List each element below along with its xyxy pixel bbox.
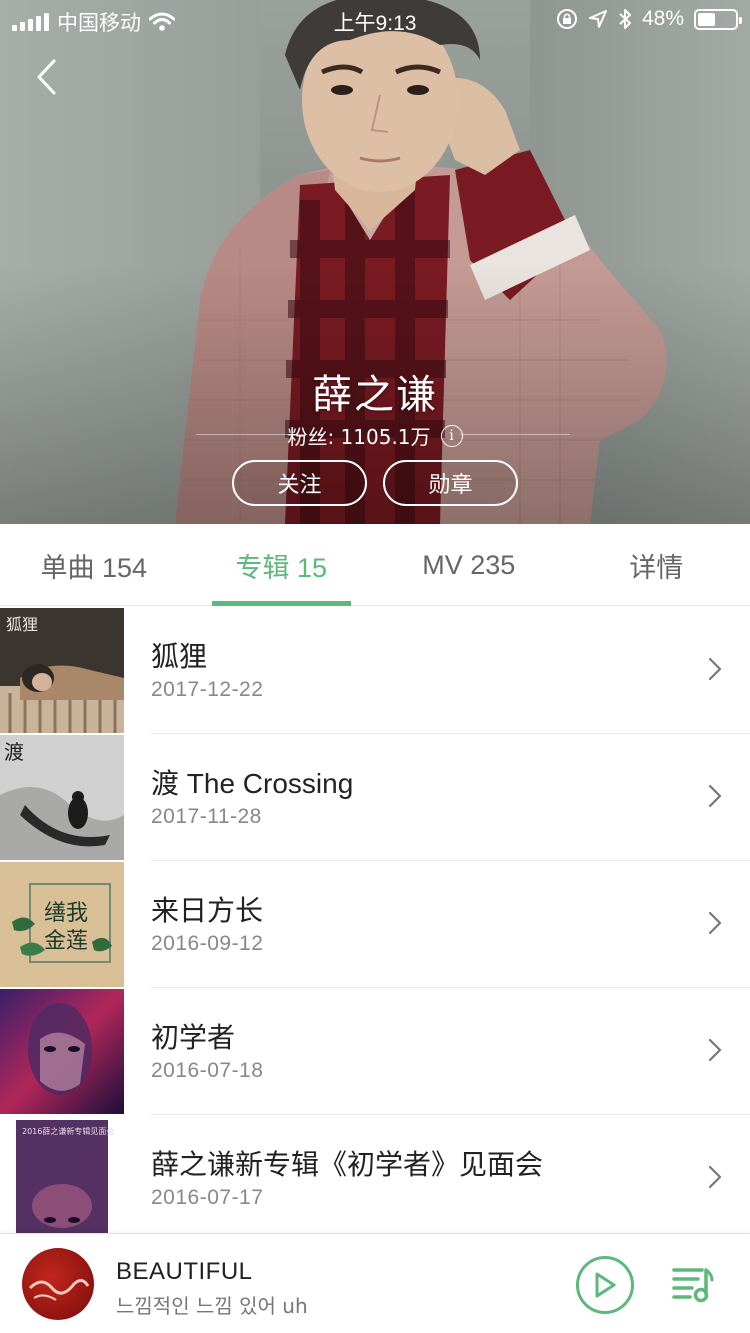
- play-button[interactable]: [576, 1256, 634, 1314]
- playlist-icon: [672, 1268, 714, 1303]
- album-cover: 缮我 金莲: [0, 862, 124, 987]
- chevron-right-icon: [708, 1038, 722, 1062]
- tab-albums[interactable]: 专辑 15: [188, 524, 376, 606]
- album-cover: 2016薛之谦新专辑见面会: [0, 1116, 124, 1241]
- chevron-right-icon: [708, 1165, 722, 1189]
- album-row[interactable]: 缮我 金莲 来日方长 2016-09-12: [0, 861, 750, 988]
- tab-details[interactable]: 详情: [563, 524, 750, 606]
- album-date: 2016-07-17: [151, 1186, 264, 1209]
- album-cover: [0, 989, 124, 1114]
- album-info: 渡 The Crossing 2017-11-28: [151, 734, 750, 861]
- mini-player[interactable]: BEAUTIFUL 느낌적인 느낌 있어 uh: [0, 1233, 750, 1333]
- now-playing-cover[interactable]: [22, 1248, 94, 1320]
- svg-text:金莲: 金莲: [44, 929, 88, 954]
- album-row[interactable]: 初学者 2016-07-18: [0, 988, 750, 1115]
- album-date: 2017-11-28: [151, 805, 262, 828]
- album-title: 薛之谦新专辑《初学者》见面会: [151, 1149, 544, 1180]
- album-date: 2016-07-18: [151, 1059, 264, 1082]
- album-info: 初学者 2016-07-18: [151, 988, 750, 1115]
- info-icon[interactable]: i: [440, 424, 463, 447]
- playlist-button[interactable]: [670, 1264, 714, 1304]
- album-title: 来日方长: [151, 895, 264, 926]
- battery-level: [698, 12, 715, 26]
- divider-line: [196, 434, 306, 435]
- album-info: 来日方长 2016-09-12: [151, 861, 750, 988]
- battery-icon: [694, 8, 742, 30]
- album-title: 狐狸: [151, 641, 208, 672]
- album-row[interactable]: 2016薛之谦新专辑见面会 薛之谦新专辑《初学者》见面会 2016-07-17: [0, 1115, 750, 1242]
- album-title: 渡 The Crossing: [151, 768, 354, 799]
- now-playing-title: BEAUTIFUL: [116, 1258, 253, 1285]
- battery-percent: 48%: [641, 7, 684, 30]
- tab-singles[interactable]: 单曲 154: [0, 524, 188, 606]
- album-info: 狐狸 2017-12-22: [151, 607, 750, 734]
- location-arrow-icon: [588, 10, 607, 28]
- album-cover-text: 狐狸: [6, 615, 38, 634]
- medal-button[interactable]: 勋章: [383, 460, 518, 506]
- album-cover: 渡: [0, 735, 124, 860]
- svg-text:缮我: 缮我: [44, 901, 88, 926]
- status-right: 48%: [556, 7, 742, 31]
- album-date: 2017-12-22: [151, 678, 264, 701]
- tab-mv[interactable]: MV 235: [375, 524, 563, 606]
- artist-tabs: 单曲 154 专辑 15 MV 235 详情: [0, 524, 750, 606]
- follow-button[interactable]: 关注: [232, 460, 367, 506]
- play-icon: [595, 1272, 616, 1298]
- artist-hero: 中国移动 上午9:13 48% 薛之谦 粉丝: 1105.1万 i 关注 勋章: [0, 0, 750, 524]
- fans-count: 粉丝: 1105.1万: [287, 425, 431, 449]
- status-bar: 中国移动 上午9:13 48%: [0, 0, 750, 40]
- artist-name: 薛之谦: [312, 372, 438, 418]
- rotation-lock-icon: [556, 9, 577, 29]
- bluetooth-icon: [619, 9, 631, 29]
- album-cover-text: 2016薛之谦新专辑见面会: [22, 1126, 114, 1136]
- album-row[interactable]: 渡 渡 The Crossing 2017-11-28: [0, 734, 750, 861]
- album-cover-text: 渡: [4, 740, 24, 764]
- divider-line: [460, 434, 570, 435]
- hero-buttons: 关注 勋章: [0, 460, 750, 506]
- chevron-right-icon: [708, 657, 722, 681]
- album-date: 2016-09-12: [151, 932, 264, 955]
- fans-row: 粉丝: 1105.1万 i: [0, 421, 750, 450]
- chevron-left-icon: [37, 59, 56, 95]
- now-playing-lyric: 느낌적인 느낌 있어 uh: [116, 1294, 308, 1318]
- back-button[interactable]: [26, 55, 66, 99]
- chevron-right-icon: [708, 911, 722, 935]
- album-cover: 狐狸: [0, 608, 124, 733]
- album-list: 狐狸 狐狸 2017-12-22 渡 渡 The Crossing 2017-1…: [0, 607, 750, 1242]
- chevron-right-icon: [708, 784, 722, 808]
- album-row[interactable]: 狐狸 狐狸 2017-12-22: [0, 607, 750, 734]
- album-title: 初学者: [151, 1022, 236, 1053]
- album-info: 薛之谦新专辑《初学者》见面会 2016-07-17: [151, 1115, 750, 1242]
